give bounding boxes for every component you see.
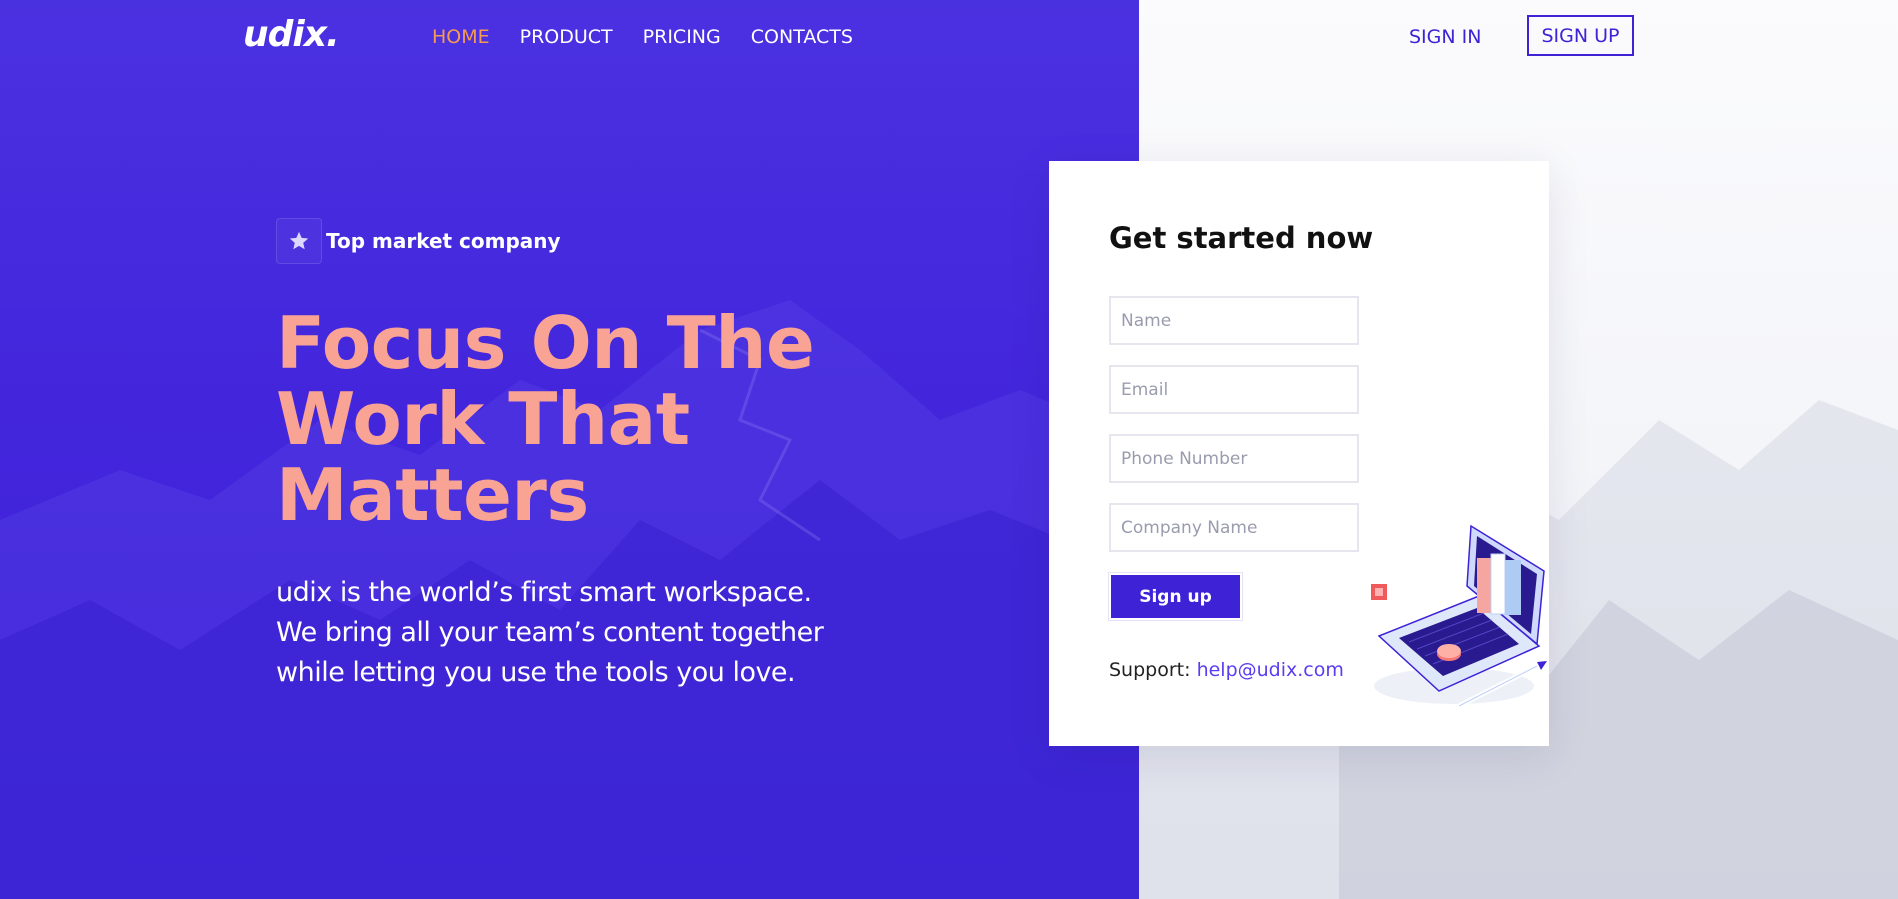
card-title: Get started now — [1109, 221, 1374, 255]
company-name-field[interactable] — [1109, 503, 1359, 552]
hero-subtitle: udix is the world’s first smart workspac… — [276, 573, 896, 693]
sign-up-button[interactable]: SIGN UP — [1527, 15, 1634, 56]
star-icon — [276, 218, 322, 264]
hero-title-line: Focus On The — [276, 301, 815, 385]
hero-title-line: Work That — [276, 377, 690, 461]
hero-subtitle-line: while letting you use the tools you love… — [276, 657, 796, 688]
hero-title: Focus On The Work That Matters — [276, 305, 896, 533]
sign-in-link[interactable]: SIGN IN — [1409, 26, 1481, 48]
hero-title-line: Matters — [276, 453, 589, 537]
support-email-link[interactable]: help@udix.com — [1197, 659, 1344, 681]
nav-item-product[interactable]: PRODUCT — [520, 26, 613, 48]
name-field[interactable] — [1109, 296, 1359, 345]
nav-item-pricing[interactable]: PRICING — [643, 26, 721, 48]
signup-card: Get started now Sign up Support: help@ud… — [1049, 161, 1549, 746]
badge-label: Top market company — [326, 229, 561, 253]
hero-subtitle-line: udix is the world’s first smart workspac… — [276, 577, 812, 608]
main-nav: HOME PRODUCT PRICING CONTACTS — [432, 26, 853, 48]
phone-number-field[interactable] — [1109, 434, 1359, 483]
brand-logo[interactable]: udix. — [243, 14, 340, 55]
laptop-illustration — [1371, 524, 1547, 709]
email-field[interactable] — [1109, 365, 1359, 414]
hero-subtitle-line: We bring all your team’s content togethe… — [276, 617, 824, 648]
support-line: Support: help@udix.com — [1109, 659, 1344, 681]
nav-item-contacts[interactable]: CONTACTS — [751, 26, 853, 48]
signup-submit-button[interactable]: Sign up — [1109, 573, 1242, 620]
support-label: Support: — [1109, 659, 1191, 681]
top-market-badge: Top market company — [276, 218, 561, 264]
nav-item-home[interactable]: HOME — [432, 26, 490, 48]
